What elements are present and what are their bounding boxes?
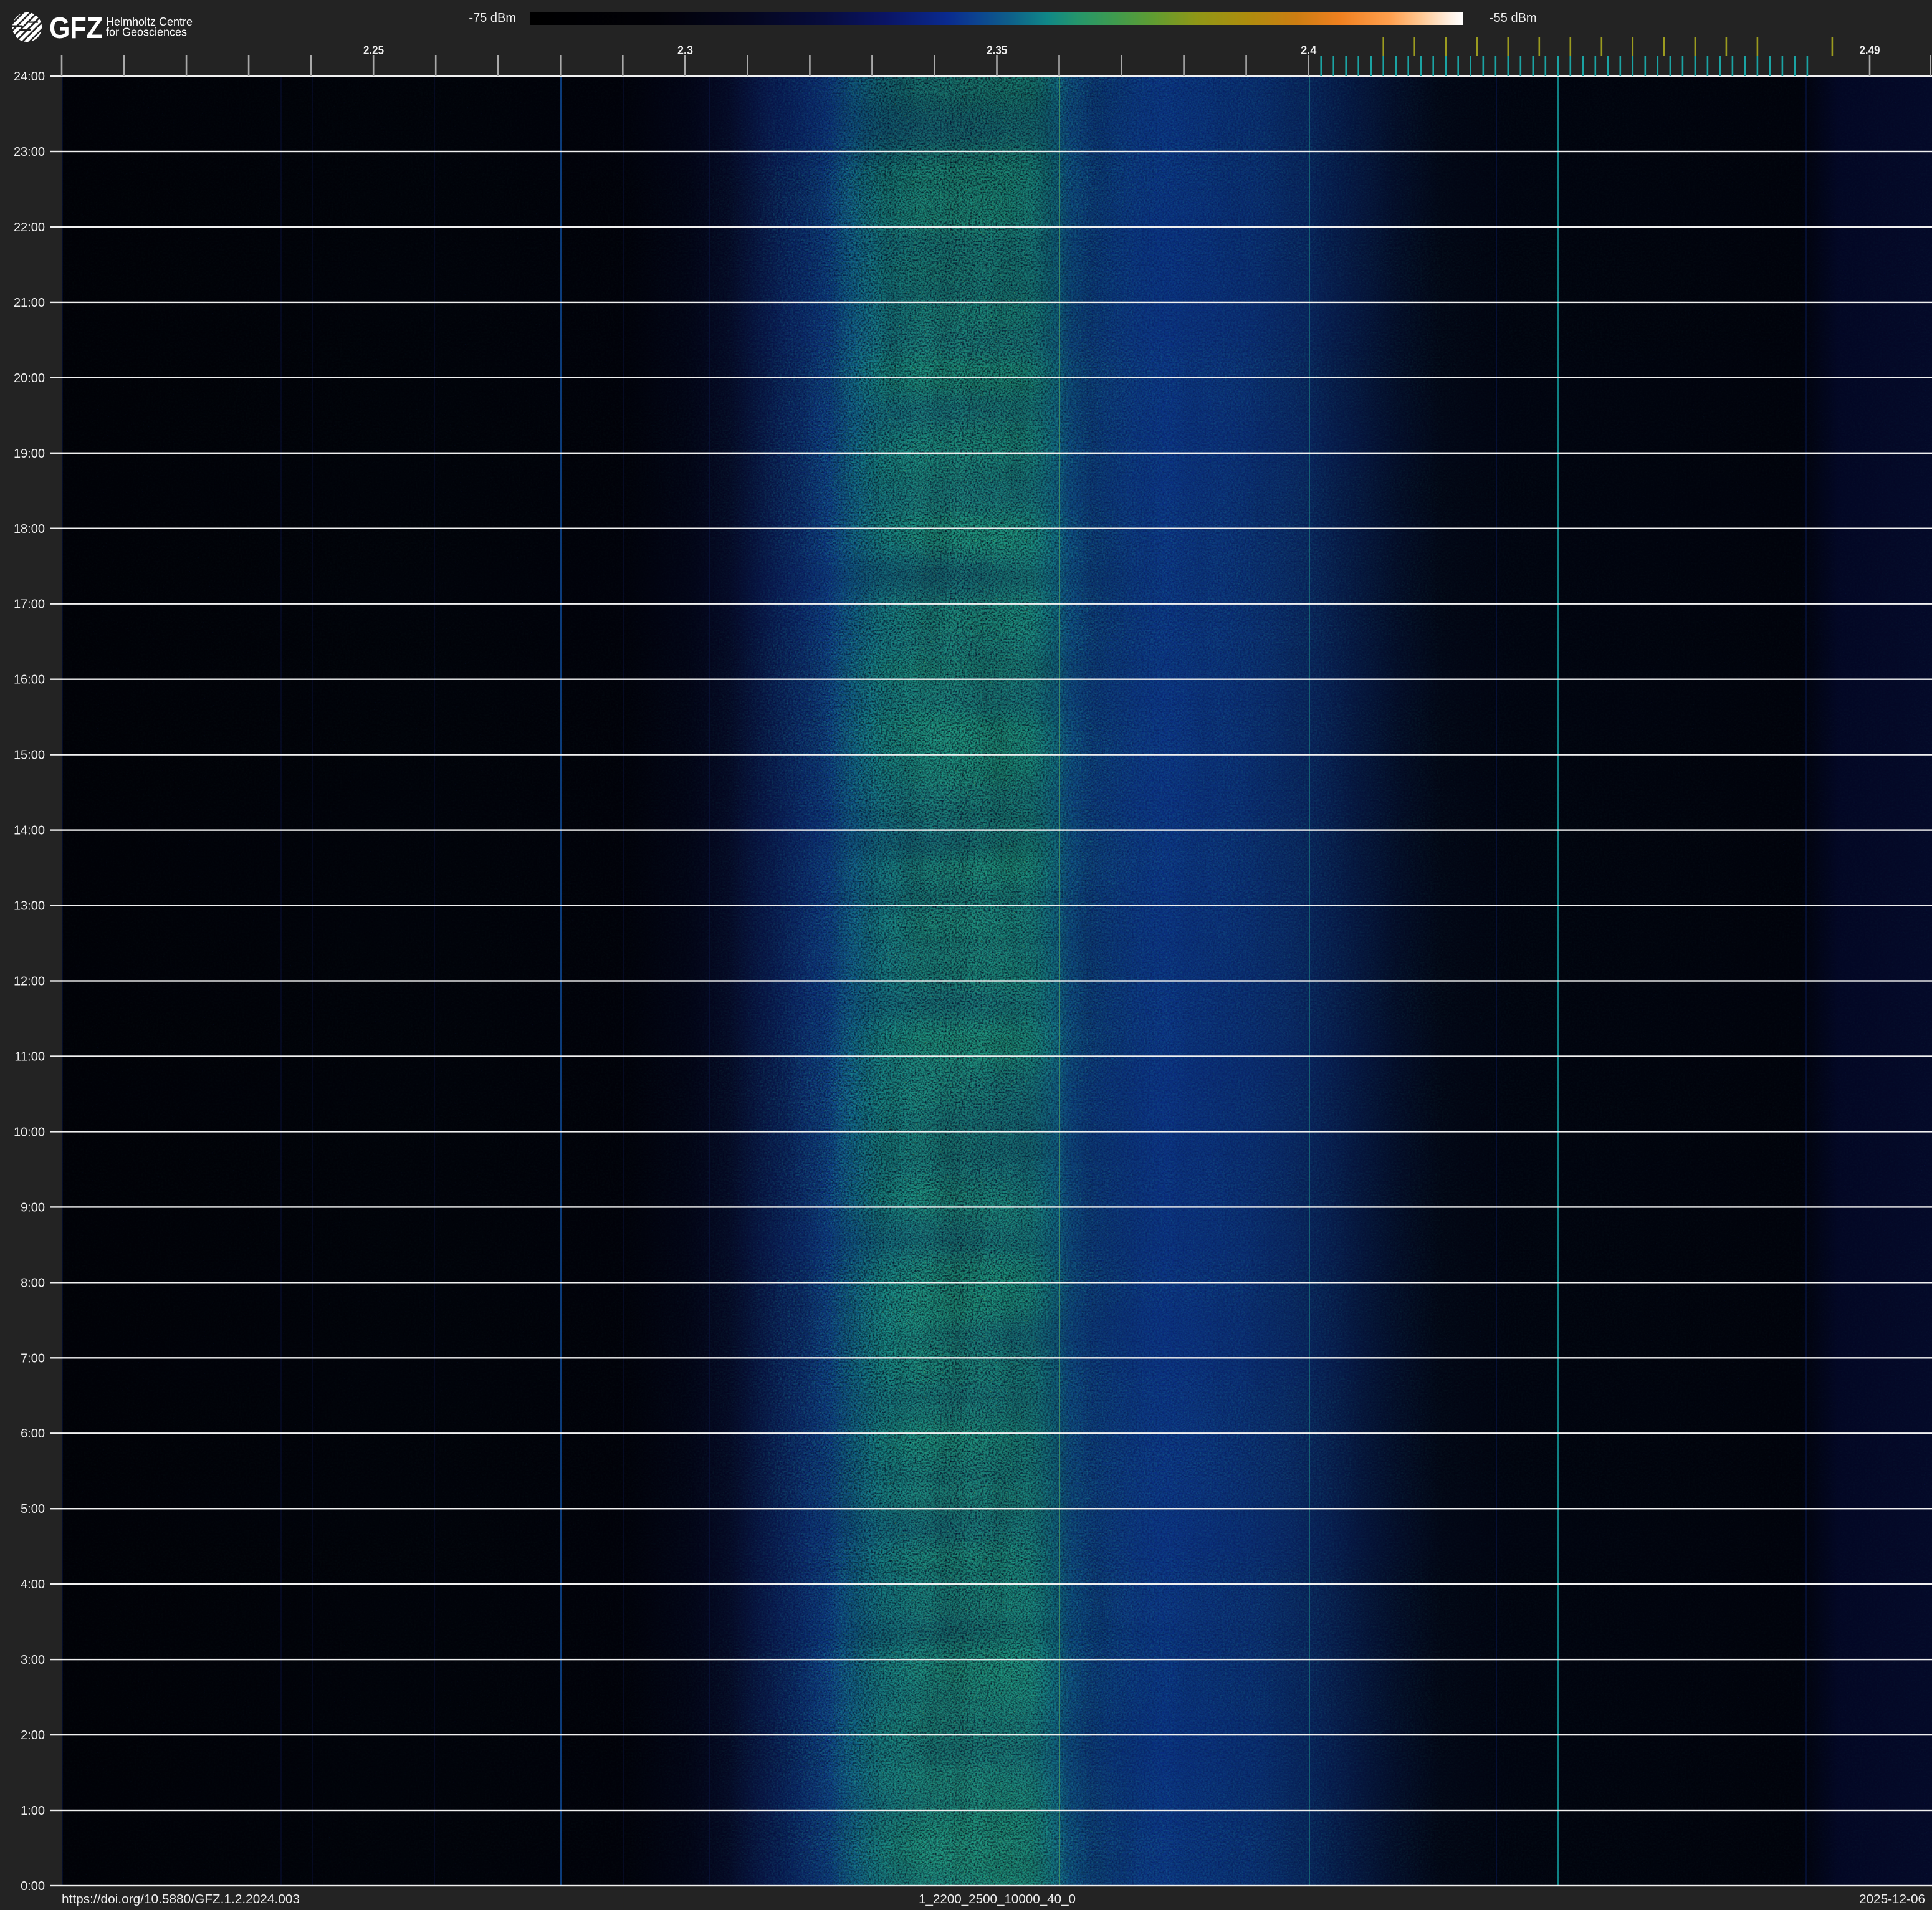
- svg-text:GFZ: GFZ: [49, 12, 103, 45]
- svg-text:15:00: 15:00: [14, 749, 45, 762]
- svg-text:https://doi.org/10.5880/GFZ.1.: https://doi.org/10.5880/GFZ.1.2.2024.003: [62, 1893, 300, 1906]
- svg-text:9:00: 9:00: [21, 1201, 45, 1214]
- svg-text:2.3: 2.3: [677, 44, 693, 57]
- svg-text:2.35: 2.35: [987, 44, 1007, 57]
- svg-text:7:00: 7:00: [21, 1351, 45, 1365]
- svg-text:23:00: 23:00: [14, 145, 45, 159]
- svg-text:1_2200_2500_10000_40_0: 1_2200_2500_10000_40_0: [919, 1893, 1076, 1906]
- svg-text:2.4: 2.4: [1301, 44, 1316, 57]
- svg-text:21:00: 21:00: [14, 296, 45, 310]
- svg-text:22:00: 22:00: [14, 221, 45, 234]
- svg-text:for Geosciences: for Geosciences: [106, 26, 187, 39]
- svg-text:18:00: 18:00: [14, 522, 45, 536]
- svg-text:13:00: 13:00: [14, 900, 45, 913]
- svg-text:3:00: 3:00: [21, 1653, 45, 1667]
- svg-text:2.49: 2.49: [1860, 44, 1880, 57]
- svg-text:20:00: 20:00: [14, 372, 45, 385]
- svg-text:10:00: 10:00: [14, 1125, 45, 1139]
- svg-text:2.25: 2.25: [363, 44, 384, 57]
- svg-text:2:00: 2:00: [21, 1729, 45, 1742]
- svg-text:-55 dBm: -55 dBm: [1490, 11, 1537, 25]
- svg-text:19:00: 19:00: [14, 447, 45, 461]
- svg-text:0:00: 0:00: [21, 1879, 45, 1893]
- svg-text:24:00: 24:00: [14, 70, 45, 84]
- svg-text:11:00: 11:00: [14, 1050, 45, 1064]
- svg-text:12:00: 12:00: [14, 975, 45, 989]
- svg-text:1:00: 1:00: [21, 1804, 45, 1818]
- svg-text:8:00: 8:00: [21, 1276, 45, 1290]
- svg-text:14:00: 14:00: [14, 824, 45, 838]
- svg-text:-75 dBm: -75 dBm: [469, 11, 516, 25]
- svg-text:4:00: 4:00: [21, 1578, 45, 1591]
- svg-text:16:00: 16:00: [14, 673, 45, 687]
- svg-text:2025-12-06: 2025-12-06: [1859, 1893, 1925, 1906]
- svg-text:6:00: 6:00: [21, 1427, 45, 1441]
- svg-text:5:00: 5:00: [21, 1502, 45, 1516]
- svg-text:17:00: 17:00: [14, 598, 45, 612]
